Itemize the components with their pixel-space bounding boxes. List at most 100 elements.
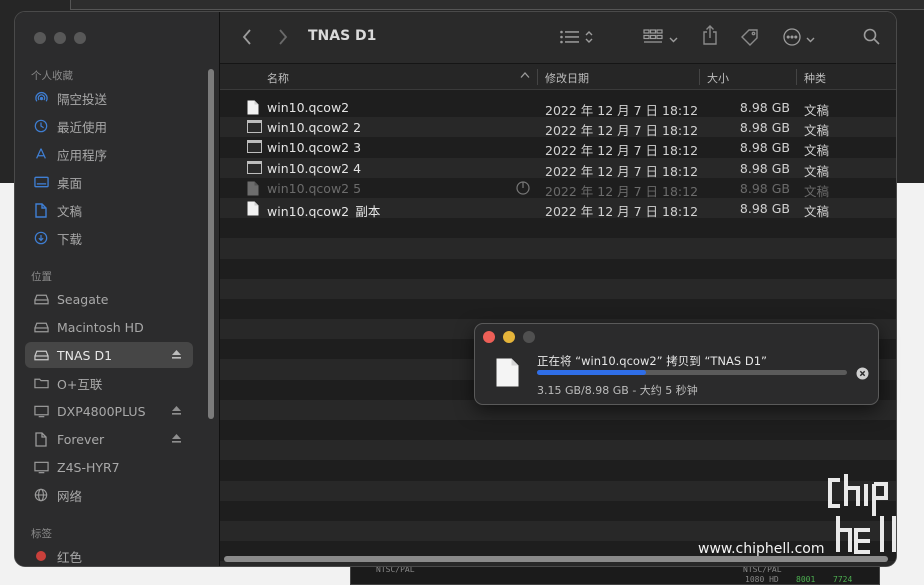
file-size: 8.98 GB — [739, 180, 790, 196]
sidebar-item-forever[interactable]: Forever — [25, 426, 193, 452]
file-date: 2022 年 12 月 7 日 18:12 — [545, 123, 699, 139]
download-icon — [33, 230, 49, 246]
dialog-minimize-button[interactable] — [503, 331, 515, 343]
sidebar-item-applications[interactable]: 应用程序 — [25, 141, 193, 167]
file-size: 8.98 GB — [739, 120, 790, 136]
file-row-copying[interactable]: win10.qcow2 5 2022 年 12 月 7 日 18:12 8.98… — [220, 177, 896, 199]
column-kind-header[interactable]: 种类 — [804, 70, 826, 86]
file-row[interactable]: win10.qcow2 4 2022 年 12 月 7 日 18:12 8.98… — [220, 157, 896, 179]
drive-icon — [33, 347, 49, 363]
zoom-button[interactable] — [74, 32, 86, 44]
dialog-zoom-button[interactable] — [523, 331, 535, 343]
copy-progress-ring-icon — [516, 181, 530, 198]
sidebar-item-tnas-d1[interactable]: TNAS D1 — [25, 342, 193, 368]
sidebar-item-seagate[interactable]: Seagate — [25, 286, 193, 312]
empty-row — [220, 440, 896, 461]
blank-document-icon — [247, 100, 259, 118]
monitor-icon — [33, 403, 49, 419]
file-row[interactable]: win10.qcow2 2022 年 12 月 7 日 18:12 8.98 G… — [220, 97, 896, 118]
column-size-header[interactable]: 大小 — [707, 70, 729, 86]
tags-button[interactable] — [740, 27, 760, 49]
chevron-down-icon — [806, 31, 815, 46]
sidebar-item-macintosh-hd[interactable]: Macintosh HD — [25, 314, 193, 340]
file-name: win10.qcow2 3 — [267, 140, 362, 156]
file-size: 8.98 GB — [739, 100, 790, 115]
sidebar-item-label: 红色 — [57, 549, 83, 565]
minimize-button[interactable] — [54, 32, 66, 44]
sidebar-item-network[interactable]: 网络 — [25, 482, 193, 508]
empty-row — [220, 238, 896, 259]
column-date-header[interactable]: 修改日期 — [545, 70, 589, 86]
eject-icon[interactable] — [171, 404, 182, 419]
sidebar-item-label: 最近使用 — [57, 119, 108, 135]
sidebar-item-label: 下载 — [57, 231, 83, 247]
copy-progress-bar — [537, 370, 847, 375]
copy-detail: 3.15 GB/8.98 GB - 大约 5 秒钟 — [537, 384, 698, 397]
airdrop-icon — [33, 90, 49, 106]
window-controls — [34, 32, 86, 44]
file-size: 8.98 GB — [739, 200, 790, 216]
sidebar-item-label: Forever — [57, 431, 105, 447]
file-kind: 文稿 — [804, 103, 830, 118]
sidebar-item-recents[interactable]: 最近使用 — [25, 113, 193, 139]
file-kind: 文稿 — [804, 143, 830, 159]
sidebar-item-documents[interactable]: 文稿 — [25, 197, 193, 223]
dialog-close-button[interactable] — [483, 331, 495, 343]
sidebar-item-downloads[interactable]: 下载 — [25, 225, 193, 251]
sidebar: 个人收藏 隔空投送 最近使用 应用程序 桌面 文稿 下载 位置 Seagate … — [15, 12, 220, 566]
chevron-right-icon — [278, 28, 288, 48]
sort-ascending-icon[interactable] — [520, 69, 530, 82]
clock-icon — [33, 118, 49, 134]
file-kind: 文稿 — [804, 183, 830, 199]
file-row[interactable]: win10.qcow2 2 2022 年 12 月 7 日 18:12 8.98… — [220, 117, 896, 139]
close-button[interactable] — [34, 32, 46, 44]
window-title: TNAS D1 — [308, 28, 377, 44]
file-size: 8.98 GB — [739, 140, 790, 156]
search-button[interactable] — [863, 27, 880, 49]
share-button[interactable] — [702, 24, 718, 47]
empty-row — [220, 500, 896, 521]
sidebar-scrollbar[interactable] — [208, 69, 214, 419]
sidebar-item-z4s-hyr7[interactable]: Z4S-HYR7 — [25, 454, 193, 480]
eject-icon[interactable] — [171, 432, 182, 447]
empty-row — [220, 520, 896, 542]
search-icon — [863, 28, 880, 48]
strip-label-resolution: 1080 HD — [745, 575, 779, 584]
file-date: 2022 年 12 月 7 日 18:12 — [545, 143, 699, 159]
sidebar-item-label: TNAS D1 — [57, 347, 113, 363]
sidebar-item-label: 桌面 — [57, 175, 83, 191]
eject-icon[interactable] — [171, 348, 182, 363]
sidebar-item-dxp4800plus[interactable]: DXP4800PLUS — [25, 398, 193, 424]
cancel-copy-button[interactable] — [856, 367, 869, 383]
grid-group-icon — [643, 28, 663, 48]
strip-value-a: 8001 — [796, 575, 816, 584]
terminal-document-icon — [247, 140, 262, 156]
file-row[interactable]: win10.qcow2_副本 2022 年 12 月 7 日 18:12 8.9… — [220, 197, 896, 219]
dialog-window-controls — [483, 331, 535, 343]
file-row[interactable]: win10.qcow2 3 2022 年 12 月 7 日 18:12 8.98… — [220, 137, 896, 159]
sidebar-item-label: 网络 — [57, 488, 83, 504]
sidebar-item-tag-red[interactable]: 红色 — [25, 543, 193, 566]
folder-icon — [33, 375, 49, 391]
more-actions-button[interactable] — [783, 27, 815, 49]
copy-progress-fill — [537, 370, 646, 375]
file-date: 2022 年 12 月 7 日 18:12 — [545, 103, 699, 118]
sidebar-item-desktop[interactable]: 桌面 — [25, 169, 193, 195]
column-divider[interactable] — [537, 69, 538, 85]
column-divider[interactable] — [699, 69, 700, 85]
sidebar-item-oplus[interactable]: O+互联 — [25, 370, 193, 396]
column-name-header[interactable]: 名称 — [267, 70, 289, 86]
sidebar-item-airdrop[interactable]: 隔空投送 — [25, 85, 193, 111]
chevron-down-icon — [669, 31, 678, 46]
back-button[interactable] — [242, 27, 252, 49]
forward-button[interactable] — [278, 27, 288, 49]
sidebar-item-label: DXP4800PLUS — [57, 403, 146, 419]
group-button[interactable] — [643, 27, 678, 49]
column-divider[interactable] — [796, 69, 797, 85]
watermark-url: www.chiphell.com — [698, 541, 825, 557]
chevron-left-icon — [242, 28, 252, 48]
view-list-button[interactable] — [560, 27, 593, 49]
sidebar-item-label: Z4S-HYR7 — [57, 459, 120, 475]
favorites-section-label: 个人收藏 — [31, 70, 73, 82]
empty-row — [220, 480, 896, 501]
